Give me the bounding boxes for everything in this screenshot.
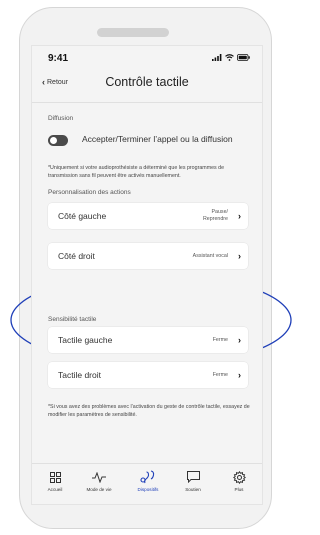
broadcast-toggle-label: Accepter/Terminer l’appel ou la diffusio… (82, 134, 233, 144)
row-label: Côté gauche (58, 211, 107, 221)
chevron-right-icon: › (238, 251, 241, 261)
section-label-sensitivity: Sensibilité tactile (48, 316, 97, 323)
tab-bar: Accueil Mode de vie Dispositifs Soutien … (32, 463, 262, 504)
wifi-icon (225, 54, 234, 61)
app-screen: 9:41 ‹ Retour Contrôle tactile Diffusion… (31, 45, 263, 505)
tab-plus[interactable]: Plus (219, 469, 259, 492)
tab-dispositifs[interactable]: Dispositifs (128, 469, 168, 492)
broadcast-toggle[interactable] (48, 135, 68, 146)
row-label: Côté droit (58, 251, 95, 261)
activity-icon (79, 469, 119, 485)
toggle-knob (50, 137, 57, 144)
tab-label: Accueil (47, 487, 63, 492)
diffusion-note: *Uniquement si votre audioprothésiste a … (48, 165, 225, 179)
chat-icon (173, 469, 213, 485)
page-title: Contrôle tactile (105, 75, 189, 89)
sensitivity-row-right[interactable]: Tactile droit Ferme › (48, 362, 248, 388)
row-value: Pause/ Reprendre (202, 209, 228, 222)
gear-icon (219, 469, 259, 485)
status-time: 9:41 (48, 53, 69, 64)
phone-notch (97, 28, 169, 37)
nav-bar: ‹ Retour Contrôle tactile (32, 68, 262, 103)
row-value: Ferme (212, 336, 228, 343)
section-label-diffusion: Diffusion (48, 115, 74, 122)
row-label: Tactile gauche (58, 335, 113, 345)
tab-label: Mode de vie (86, 487, 112, 492)
status-bar: 9:41 (32, 46, 262, 68)
row-value: Assistant vocal (192, 252, 228, 259)
tab-label: Soutien (185, 487, 201, 492)
tab-label: Plus (234, 487, 244, 492)
grid-icon (35, 469, 75, 485)
chevron-right-icon: › (238, 211, 241, 221)
sensitivity-row-left[interactable]: Tactile gauche Ferme › (48, 327, 248, 353)
chevron-right-icon: › (238, 370, 241, 380)
battery-icon (237, 54, 250, 61)
tab-label: Dispositifs (137, 487, 159, 492)
row-value: Ferme (212, 371, 228, 378)
status-icons (212, 54, 250, 61)
chevron-right-icon: › (238, 335, 241, 345)
tab-accueil[interactable]: Accueil (35, 469, 75, 492)
hearing-aids-icon (128, 469, 168, 485)
section-label-actions: Personnalisation des actions (48, 189, 131, 196)
action-row-right[interactable]: Côté droit Assistant vocal › (48, 243, 248, 269)
row-label: Tactile droit (58, 370, 101, 380)
tab-mode-de-vie[interactable]: Mode de vie (79, 469, 119, 492)
action-row-left[interactable]: Côté gauche Pause/ Reprendre › (48, 203, 248, 229)
signal-icon (212, 54, 222, 61)
tab-soutien[interactable]: Soutien (173, 469, 213, 492)
sensitivity-note: *Si vous avez des problèmes avec l’activ… (48, 404, 250, 418)
